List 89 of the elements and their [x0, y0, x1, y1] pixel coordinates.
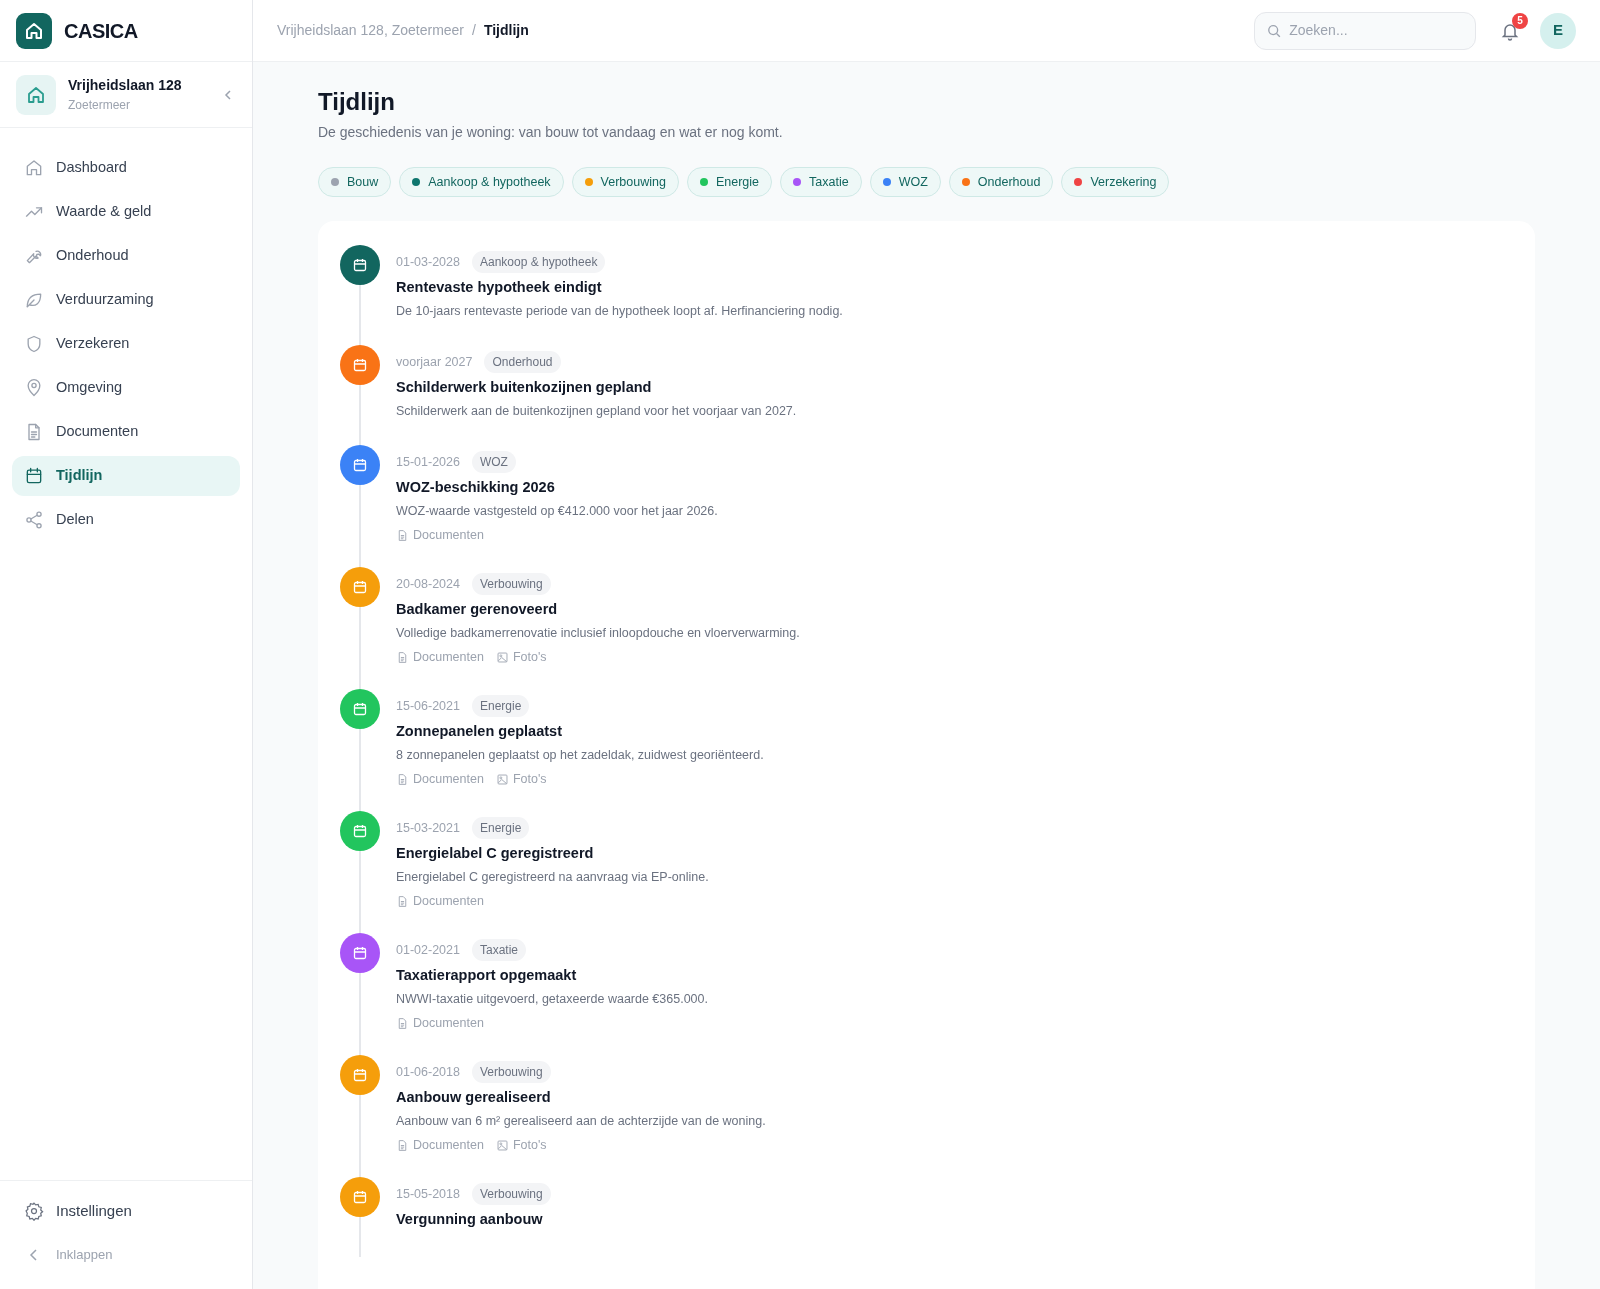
nav-item[interactable]: Verduurzaming	[12, 280, 240, 320]
category-tag: Verbouwing	[471, 573, 551, 595]
nav-item[interactable]: Delen	[12, 500, 240, 540]
calendar-icon	[352, 579, 368, 595]
image-icon	[495, 1138, 509, 1152]
settings-icon[interactable]	[24, 1201, 44, 1221]
search-input[interactable]: Zoeken...	[1289, 20, 1463, 41]
event-description: De 10-jaars rentevaste periode van de hypotheek loopt af. Herfinanciering nodig.	[396, 303, 843, 320]
event-description: Energielabel C geregistreerd na aanvraag via EP-online.	[396, 869, 709, 886]
category-tag: WOZ	[471, 451, 516, 473]
category-tag: Taxatie	[471, 939, 526, 961]
calendar-icon	[352, 823, 368, 839]
brand-name: CASICA	[64, 18, 138, 44]
image-icon	[495, 650, 509, 664]
event-title: WOZ-beschikking 2026	[396, 478, 556, 497]
category-tag: Energie	[471, 695, 530, 717]
event-description: Volledige badkamerrenovatie inclusief inloopdouche en vloerverwarming.	[396, 625, 800, 642]
document-icon	[396, 1138, 409, 1152]
breadcrumb-current: Tijdlijn	[483, 21, 529, 40]
calendar-icon	[352, 1067, 368, 1083]
event-title: Taxatierapport opgemaakt	[396, 966, 578, 985]
nav-item[interactable]: Verzekeren	[12, 324, 240, 364]
settings-link[interactable]: Instellingen	[56, 1199, 132, 1223]
search-icon	[1267, 22, 1282, 39]
event-description: 8 zonnepanelen geplaatst op het zadeldak, zuidwest georiënteerd.	[396, 747, 764, 764]
event-date: 15-03-2021	[396, 819, 460, 837]
document-icon	[396, 772, 409, 786]
nav-item[interactable]: Documenten	[12, 412, 240, 452]
filter-chip[interactable]: WOZ	[869, 167, 941, 197]
event-date: 15-01-2026	[396, 453, 460, 471]
filter-chip[interactable]: Verzekering	[1061, 167, 1170, 197]
page-title: Tijdlijn	[318, 87, 396, 117]
image-icon	[495, 772, 509, 786]
event-date: 20-08-2024	[396, 575, 460, 593]
category-tag: Verbouwing	[471, 1183, 551, 1205]
notification-badge: 5	[1512, 12, 1528, 29]
event-title: Aanbouw gerealiseerd	[396, 1088, 552, 1107]
calendar-icon	[352, 1189, 368, 1205]
calendar-icon	[352, 701, 368, 717]
house-icon	[24, 158, 44, 178]
breadcrumb-separator: /	[472, 21, 476, 40]
event-date: 15-05-2018	[396, 1185, 460, 1203]
event-date: 15-06-2021	[396, 697, 460, 715]
page-subtitle: De geschiedenis van je woning: van bouw tot vandaag en wat er nog komt.	[318, 123, 784, 142]
category-tag: Verbouwing	[471, 1061, 551, 1083]
calendar-icon	[352, 945, 368, 961]
house-icon	[16, 74, 56, 115]
document-icon	[396, 528, 409, 542]
document-icon	[396, 650, 409, 664]
user-avatar[interactable]: E	[1540, 12, 1576, 49]
house-icon	[16, 12, 52, 49]
event-date: 01-03-2028	[396, 253, 460, 271]
event-title: Schilderwerk buitenkozijnen gepland	[396, 378, 653, 397]
filter-chip[interactable]: Verbouwing	[571, 167, 679, 197]
event-date: 01-02-2021	[396, 941, 460, 959]
event-date: 01-06-2018	[396, 1063, 460, 1081]
event-description: NWWI-taxatie uitgevoerd, getaxeerde waarde €365.000.	[396, 991, 708, 1008]
nav-item[interactable]: Omgeving	[12, 368, 240, 408]
nav-item[interactable]: Waarde & geld	[12, 192, 240, 232]
property-address: Vrijheidslaan 128	[68, 76, 183, 95]
nav-item[interactable]: Onderhoud	[12, 236, 240, 276]
filter-chip[interactable]: Energie	[686, 167, 773, 197]
filter-chip[interactable]: Bouw	[318, 167, 392, 197]
event-title: Energielabel C geregistreerd	[396, 844, 595, 863]
event-title: Vergunning aanbouw	[396, 1210, 544, 1229]
category-tag: Energie	[471, 817, 530, 839]
event-description: WOZ-waarde vastgesteld op €412.000 voor het jaar 2026.	[396, 503, 718, 520]
document-icon	[396, 894, 409, 908]
category-tag: Aankoop & hypotheek	[471, 251, 606, 273]
event-title: Badkamer gerenoveerd	[396, 600, 559, 619]
search-field[interactable]: Zoeken...	[1254, 11, 1476, 50]
event-description: Aanbouw van 6 m² gerealiseerd aan de achterzijde van de woning.	[396, 1113, 766, 1130]
event-description: Schilderwerk aan de buitenkozijnen gepland voor het voorjaar van 2027.	[396, 403, 797, 420]
event-title: Rentevaste hypotheek eindigt	[396, 278, 603, 297]
nav-item[interactable]: Tijdlijn	[12, 456, 240, 496]
filter-chip[interactable]: Aankoop & hypotheek	[399, 167, 564, 197]
nav-item[interactable]: Dashboard	[12, 148, 240, 188]
property-city: Zoetermeer	[68, 97, 132, 114]
share-icon	[24, 510, 44, 530]
calendar-icon	[352, 357, 368, 373]
event-date: voorjaar 2027	[396, 353, 473, 371]
calendar-icon	[24, 466, 44, 486]
calendar-icon	[352, 457, 368, 473]
document-icon	[396, 1016, 409, 1030]
filter-chip[interactable]: Onderhoud	[948, 167, 1054, 197]
calendar-icon	[352, 257, 368, 273]
category-tag: Onderhoud	[484, 351, 561, 373]
filter-chip[interactable]: Taxatie	[780, 167, 862, 197]
event-title: Zonnepanelen geplaatst	[396, 722, 563, 741]
